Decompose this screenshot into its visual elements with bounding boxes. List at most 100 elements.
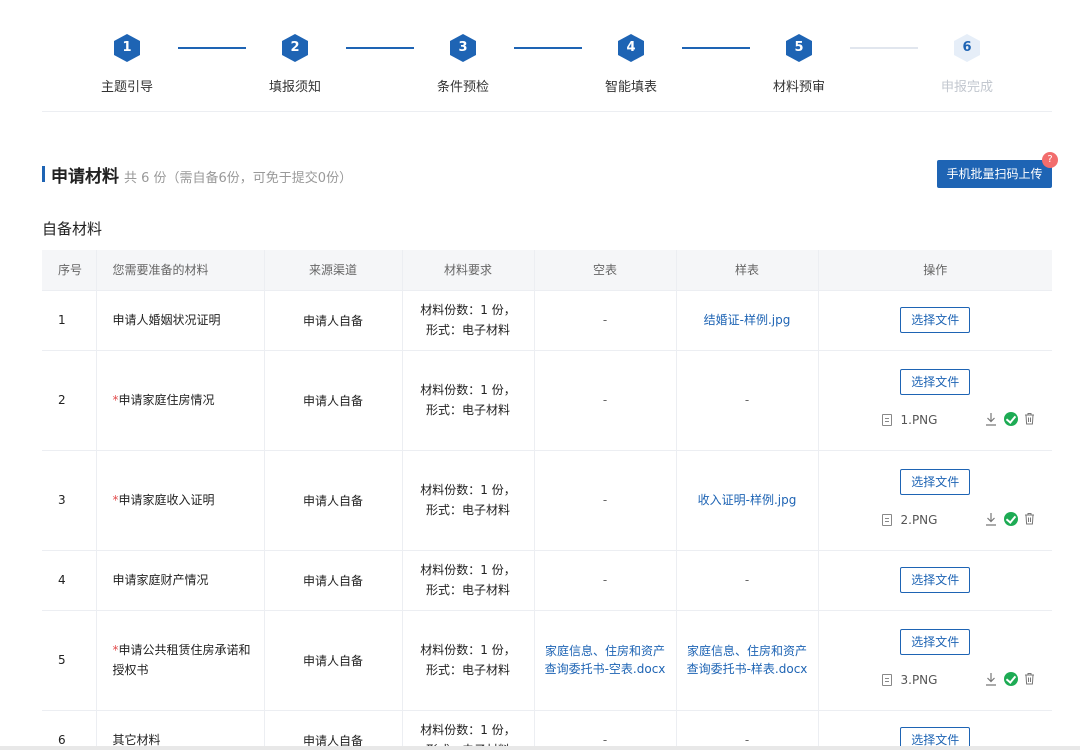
row-blank: - — [534, 350, 677, 451]
trash-icon[interactable] — [1024, 412, 1035, 425]
row-operation: 选择文件 1.PNG — [818, 350, 1053, 451]
subsection-title: 自备材料 — [42, 220, 103, 238]
row-no: 5 — [42, 610, 97, 711]
step-6-label: 申报完成 — [940, 80, 993, 95]
section-header: 申请材料 共 6 份（需自备6份，可免于提交0份） 手机批量扫码上传 ? — [42, 152, 1058, 188]
row-blank: - — [534, 450, 677, 551]
step-4-number: 4 — [618, 34, 644, 62]
row-requirement: 材料份数：1 份，形式：电子材料 — [402, 290, 535, 351]
row-sample: - — [676, 550, 819, 611]
step-3-number: 3 — [450, 34, 476, 62]
file-name[interactable]: 2.PNG — [901, 513, 938, 527]
row-operation: 选择文件 — [818, 710, 1052, 750]
check-success-icon — [1003, 672, 1018, 686]
step-4: 4 智能填表 — [586, 34, 676, 95]
row-operation: 选择文件 2.PNG — [818, 450, 1053, 551]
table-row: 6 其它材料 申请人自备 材料份数：1 份，形式：电子材料 - - 选择文件 — [42, 710, 1052, 750]
header-sample: 样表 — [676, 250, 819, 291]
row-no: 1 — [42, 290, 97, 351]
download-icon[interactable] — [985, 672, 997, 686]
step-6-number: 6 — [954, 34, 980, 62]
step-3-label: 条件预检 — [436, 80, 489, 95]
step-2-label: 填报须知 — [268, 80, 321, 95]
select-file-button[interactable]: 选择文件 — [900, 629, 971, 655]
step-4-label: 智能填表 — [604, 80, 657, 95]
material-name-text: 申请家庭财产情况 — [112, 573, 209, 587]
row-operation: 选择文件 — [818, 550, 1052, 611]
select-file-button[interactable]: 选择文件 — [900, 567, 971, 593]
material-name-text: 申请人婚姻状况证明 — [112, 313, 221, 327]
trash-icon[interactable] — [1024, 512, 1035, 525]
header-operation: 操作 — [818, 250, 1052, 291]
table-row: 4 申请家庭财产情况 申请人自备 材料份数：1 份，形式：电子材料 - - 选择… — [42, 550, 1052, 611]
section-subtitle: 共 6 份（需自备6份，可免于提交0份） — [124, 171, 353, 186]
sample-link[interactable]: 家庭信息、住房和资产查询委托书-样表.docx — [676, 610, 819, 711]
step-connector — [178, 47, 246, 49]
row-requirement: 材料份数：1 份，形式：电子材料 — [402, 610, 535, 711]
material-name-text: 其它材料 — [112, 733, 161, 747]
step-connector — [514, 47, 582, 49]
section-accent-bar — [42, 166, 45, 182]
row-source: 申请人自备 — [264, 550, 403, 611]
select-file-button[interactable]: 选择文件 — [900, 307, 971, 333]
select-file-button[interactable]: 选择文件 — [900, 369, 971, 395]
row-requirement: 材料份数：1 份，形式：电子材料 — [402, 710, 535, 750]
row-requirement: 材料份数：1 份，形式：电子材料 — [402, 350, 535, 451]
step-1: 1 主题引导 — [82, 34, 172, 95]
sample-link[interactable]: 结婚证-样例.jpg — [676, 290, 819, 351]
step-5-label: 材料预审 — [772, 80, 825, 95]
uploaded-file: 2.PNG — [819, 511, 1053, 531]
file-icon — [881, 514, 892, 526]
table-row: 1 申请人婚姻状况证明 申请人自备 材料份数：1 份，形式：电子材料 - 结婚证… — [42, 290, 1052, 351]
check-success-icon — [1003, 512, 1018, 526]
file-name[interactable]: 3.PNG — [901, 673, 938, 687]
header-requirement: 材料要求 — [402, 250, 535, 291]
select-file-button[interactable]: 选择文件 — [900, 469, 971, 495]
trash-icon[interactable] — [1024, 672, 1035, 685]
help-badge[interactable]: ? — [1042, 152, 1058, 168]
step-connector — [682, 47, 750, 49]
sample-link[interactable]: 收入证明-样例.jpg — [676, 450, 819, 551]
header-name: 您需要准备的材料 — [96, 250, 265, 291]
file-icon — [881, 674, 892, 686]
uploaded-file: 1.PNG — [819, 411, 1053, 431]
row-operation: 选择文件 3.PNG — [818, 610, 1052, 711]
step-connector — [346, 47, 414, 49]
row-blank: - — [534, 290, 677, 351]
table-header-row: 序号 您需要准备的材料 来源渠道 材料要求 空表 样表 操作 — [42, 250, 1052, 291]
row-no: 4 — [42, 550, 97, 611]
row-source: 申请人自备 — [264, 350, 403, 451]
step-3: 3 条件预检 — [418, 34, 508, 95]
step-2-number: 2 — [282, 34, 308, 62]
row-material-name: 申请家庭财产情况 — [96, 550, 265, 611]
material-name-text: 申请公共租赁住房承诺和授权书 — [112, 643, 251, 677]
batch-upload-label: 手机批量扫码上传 — [946, 167, 1043, 181]
row-no: 6 — [42, 710, 97, 750]
download-icon[interactable] — [985, 512, 997, 526]
divider — [42, 111, 1052, 112]
file-name[interactable]: 1.PNG — [901, 413, 938, 427]
materials-table: 序号 您需要准备的材料 来源渠道 材料要求 空表 样表 操作 1 申请人婚姻状况… — [42, 250, 1052, 750]
step-6: 6 申报完成 — [922, 34, 1012, 95]
step-5-number: 5 — [786, 34, 812, 62]
row-source: 申请人自备 — [264, 710, 403, 750]
row-sample: - — [676, 350, 819, 451]
row-no: 3 — [42, 450, 97, 551]
row-source: 申请人自备 — [264, 290, 403, 351]
batch-scan-upload-button[interactable]: 手机批量扫码上传 ? — [937, 152, 1058, 188]
section-title: 申请材料 — [51, 167, 119, 187]
step-1-label: 主题引导 — [100, 80, 153, 95]
blank-form-link[interactable]: 家庭信息、住房和资产查询委托书-空表.docx — [534, 610, 677, 711]
file-icon — [881, 414, 892, 426]
row-requirement: 材料份数：1 份，形式：电子材料 — [402, 550, 535, 611]
row-material-name: *申请公共租赁住房承诺和授权书 — [96, 610, 265, 711]
step-connector — [850, 47, 918, 49]
step-1-number: 1 — [114, 34, 140, 62]
download-icon[interactable] — [985, 412, 997, 426]
row-requirement: 材料份数：1 份，形式：电子材料 — [402, 450, 535, 551]
check-success-icon — [1003, 412, 1018, 426]
table-row: 2 *申请家庭住房情况 申请人自备 材料份数：1 份，形式：电子材料 - - 选… — [42, 350, 1053, 451]
table-row: 5 *申请公共租赁住房承诺和授权书 申请人自备 材料份数：1 份，形式：电子材料… — [42, 610, 1052, 711]
scroll-edge — [0, 746, 1080, 750]
row-blank: - — [534, 710, 677, 750]
